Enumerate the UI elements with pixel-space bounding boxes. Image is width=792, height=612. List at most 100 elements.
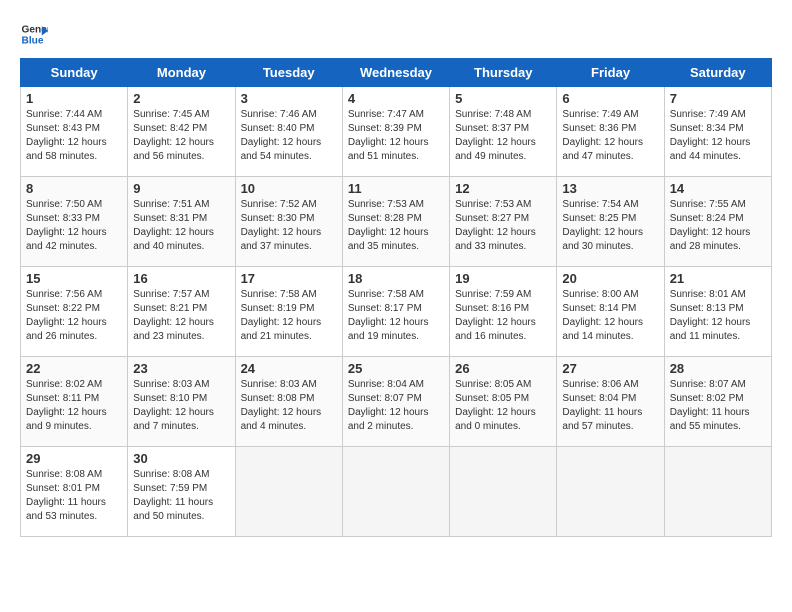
logo-icon: General Blue (20, 20, 48, 48)
day-info: Sunrise: 7:59 AMSunset: 8:16 PMDaylight:… (455, 288, 551, 344)
calendar-cell: 12 Sunrise: 7:53 AMSunset: 8:27 PMDayligh… (450, 177, 557, 267)
day-info: Sunrise: 7:49 AMSunset: 8:34 PMDaylight:… (670, 108, 766, 164)
day-info: Sunrise: 7:58 AMSunset: 8:17 PMDaylight:… (348, 288, 444, 344)
calendar-week-1: 1 Sunrise: 7:44 AMSunset: 8:43 PMDaylight… (21, 87, 772, 177)
day-number: 15 (26, 271, 122, 286)
day-number: 13 (562, 181, 658, 196)
calendar-week-4: 22Sunrise: 8:02 AMSunset: 8:11 PMDayligh… (21, 357, 772, 447)
day-info: Sunrise: 8:01 AMSunset: 8:13 PMDaylight:… (670, 288, 766, 344)
weekday-header-thursday: Thursday (450, 59, 557, 87)
calendar-cell: 17Sunrise: 7:58 AMSunset: 8:19 PMDayligh… (235, 267, 342, 357)
calendar-cell (557, 447, 664, 537)
weekday-header-saturday: Saturday (664, 59, 771, 87)
day-info: Sunrise: 7:46 AMSunset: 8:40 PMDaylight:… (241, 108, 337, 164)
calendar-cell: 2Sunrise: 7:45 AMSunset: 8:42 PMDaylight… (128, 87, 235, 177)
day-info: Sunrise: 8:07 AMSunset: 8:02 PMDaylight:… (670, 378, 766, 434)
day-info: Sunrise: 7:52 AMSunset: 8:30 PMDaylight:… (241, 198, 337, 254)
day-info: Sunrise: 7:48 AMSunset: 8:37 PMDaylight:… (455, 108, 551, 164)
calendar-cell: 26 Sunrise: 8:05 AMSunset: 8:05 PMDayligh… (450, 357, 557, 447)
day-info: Sunrise: 7:44 AMSunset: 8:43 PMDaylight:… (26, 108, 122, 164)
day-number: 26 (455, 361, 551, 376)
day-info: Sunrise: 7:51 AMSunset: 8:31 PMDaylight:… (133, 198, 229, 254)
day-info: Sunrise: 8:06 AMSunset: 8:04 PMDaylight:… (562, 378, 658, 434)
day-number: 9 (133, 181, 229, 196)
calendar-cell: 19 Sunrise: 7:59 AMSunset: 8:16 PMDayligh… (450, 267, 557, 357)
calendar-cell: 16 Sunrise: 7:57 AMSunset: 8:21 PMDayligh… (128, 267, 235, 357)
calendar-cell: 4 Sunrise: 7:47 AMSunset: 8:39 PMDaylight… (342, 87, 449, 177)
calendar-table: SundayMondayTuesdayWednesdayThursdayFrid… (20, 58, 772, 537)
calendar-cell: 1 Sunrise: 7:44 AMSunset: 8:43 PMDaylight… (21, 87, 128, 177)
day-number: 12 (455, 181, 551, 196)
calendar-cell: 14Sunrise: 7:55 AMSunset: 8:24 PMDayligh… (664, 177, 771, 267)
calendar-week-2: 8 Sunrise: 7:50 AMSunset: 8:33 PMDaylight… (21, 177, 772, 267)
day-info: Sunrise: 8:05 AMSunset: 8:05 PMDaylight:… (455, 378, 551, 434)
svg-text:Blue: Blue (22, 35, 44, 46)
day-number: 30 (133, 451, 229, 466)
day-number: 14 (670, 181, 766, 196)
day-info: Sunrise: 8:03 AMSunset: 8:08 PMDaylight:… (241, 378, 337, 434)
page-header: General Blue (20, 20, 772, 48)
calendar-week-5: 29Sunrise: 8:08 AMSunset: 8:01 PMDayligh… (21, 447, 772, 537)
day-number: 4 (348, 91, 444, 106)
day-info: Sunrise: 7:53 AMSunset: 8:27 PMDaylight:… (455, 198, 551, 254)
calendar-cell (235, 447, 342, 537)
calendar-week-3: 15 Sunrise: 7:56 AMSunset: 8:22 PMDayligh… (21, 267, 772, 357)
day-number: 16 (133, 271, 229, 286)
day-number: 22 (26, 361, 122, 376)
calendar-cell: 24 Sunrise: 8:03 AMSunset: 8:08 PMDayligh… (235, 357, 342, 447)
day-info: Sunrise: 8:03 AMSunset: 8:10 PMDaylight:… (133, 378, 229, 434)
day-number: 17 (241, 271, 337, 286)
calendar-cell: 5 Sunrise: 7:48 AMSunset: 8:37 PMDaylight… (450, 87, 557, 177)
day-info: Sunrise: 8:04 AMSunset: 8:07 PMDaylight:… (348, 378, 444, 434)
day-number: 24 (241, 361, 337, 376)
calendar-cell (450, 447, 557, 537)
calendar-cell: 7 Sunrise: 7:49 AMSunset: 8:34 PMDaylight… (664, 87, 771, 177)
weekday-header-row: SundayMondayTuesdayWednesdayThursdayFrid… (21, 59, 772, 87)
calendar-cell: 21 Sunrise: 8:01 AMSunset: 8:13 PMDayligh… (664, 267, 771, 357)
calendar-cell (342, 447, 449, 537)
calendar-cell: 20 Sunrise: 8:00 AMSunset: 8:14 PMDayligh… (557, 267, 664, 357)
calendar-cell: 10 Sunrise: 7:52 AMSunset: 8:30 PMDayligh… (235, 177, 342, 267)
weekday-header-sunday: Sunday (21, 59, 128, 87)
calendar-cell: 25 Sunrise: 8:04 AMSunset: 8:07 PMDayligh… (342, 357, 449, 447)
weekday-header-friday: Friday (557, 59, 664, 87)
day-info: Sunrise: 7:49 AMSunset: 8:36 PMDaylight:… (562, 108, 658, 164)
day-info: Sunrise: 7:53 AMSunset: 8:28 PMDaylight:… (348, 198, 444, 254)
day-number: 5 (455, 91, 551, 106)
day-info: Sunrise: 7:50 AMSunset: 8:33 PMDaylight:… (26, 198, 122, 254)
calendar-cell: 27 Sunrise: 8:06 AMSunset: 8:04 PMDayligh… (557, 357, 664, 447)
weekday-header-monday: Monday (128, 59, 235, 87)
weekday-header-wednesday: Wednesday (342, 59, 449, 87)
day-number: 18 (348, 271, 444, 286)
calendar-cell: 8 Sunrise: 7:50 AMSunset: 8:33 PMDaylight… (21, 177, 128, 267)
day-number: 3 (241, 91, 337, 106)
calendar-cell: 18 Sunrise: 7:58 AMSunset: 8:17 PMDayligh… (342, 267, 449, 357)
calendar-cell: 9 Sunrise: 7:51 AMSunset: 8:31 PMDaylight… (128, 177, 235, 267)
calendar-cell: 3 Sunrise: 7:46 AMSunset: 8:40 PMDaylight… (235, 87, 342, 177)
day-number: 21 (670, 271, 766, 286)
day-info: Sunrise: 7:56 AMSunset: 8:22 PMDaylight:… (26, 288, 122, 344)
day-number: 11 (348, 181, 444, 196)
day-number: 19 (455, 271, 551, 286)
day-number: 27 (562, 361, 658, 376)
day-number: 29 (26, 451, 122, 466)
day-number: 28 (670, 361, 766, 376)
day-number: 7 (670, 91, 766, 106)
logo: General Blue (20, 20, 48, 48)
calendar-cell: 11 Sunrise: 7:53 AMSunset: 8:28 PMDayligh… (342, 177, 449, 267)
day-info: Sunrise: 7:47 AMSunset: 8:39 PMDaylight:… (348, 108, 444, 164)
day-number: 8 (26, 181, 122, 196)
calendar-cell: 13 Sunrise: 7:54 AMSunset: 8:25 PMDayligh… (557, 177, 664, 267)
day-number: 20 (562, 271, 658, 286)
day-info: Sunrise: 8:08 AMSunset: 7:59 PMDaylight:… (133, 468, 229, 524)
calendar-cell: 23 Sunrise: 8:03 AMSunset: 8:10 PMDayligh… (128, 357, 235, 447)
calendar-cell: 22Sunrise: 8:02 AMSunset: 8:11 PMDayligh… (21, 357, 128, 447)
day-number: 10 (241, 181, 337, 196)
day-number: 23 (133, 361, 229, 376)
day-info: Sunrise: 7:57 AMSunset: 8:21 PMDaylight:… (133, 288, 229, 344)
day-number: 25 (348, 361, 444, 376)
day-info: Sunrise: 7:54 AMSunset: 8:25 PMDaylight:… (562, 198, 658, 254)
calendar-cell: 29Sunrise: 8:08 AMSunset: 8:01 PMDayligh… (21, 447, 128, 537)
day-number: 1 (26, 91, 122, 106)
day-info: Sunrise: 8:00 AMSunset: 8:14 PMDaylight:… (562, 288, 658, 344)
